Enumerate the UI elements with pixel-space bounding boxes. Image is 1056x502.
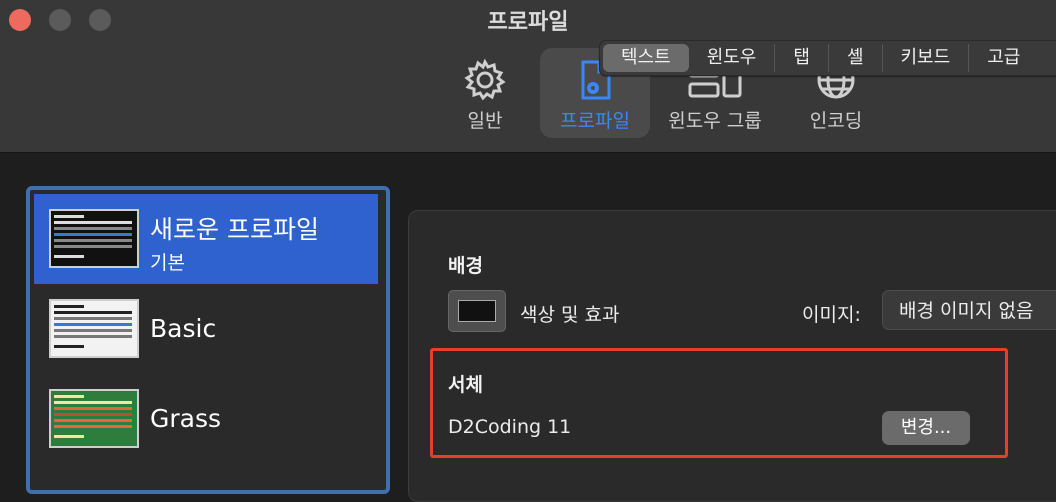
toolbar-item-general[interactable]: 일반 bbox=[446, 48, 524, 138]
profile-item-grass[interactable]: Grass bbox=[34, 374, 378, 464]
toolbar-label-profiles: 프로파일 bbox=[560, 110, 630, 132]
profile-thumbnail bbox=[49, 389, 139, 448]
tab-text[interactable]: 텍스트 bbox=[603, 44, 689, 72]
tab-tab[interactable]: 탭 bbox=[775, 44, 829, 72]
window-title: 프로파일 bbox=[487, 10, 569, 35]
profile-name: Grass bbox=[150, 404, 222, 433]
change-font-button[interactable]: 변경... bbox=[882, 411, 970, 445]
tab-shell[interactable]: 셸 bbox=[829, 44, 883, 72]
color-effect-label: 색상 및 효과 bbox=[520, 304, 620, 326]
profile-default-label: 기본 bbox=[150, 252, 185, 274]
toolbar-label-general: 일반 bbox=[467, 110, 503, 132]
font-section-title: 서체 bbox=[448, 374, 483, 396]
background-section-title: 배경 bbox=[448, 255, 483, 277]
font-value: D2Coding 11 bbox=[448, 416, 572, 438]
profile-thumbnail bbox=[49, 209, 139, 268]
toolbar-label-encoding: 인코딩 bbox=[809, 110, 863, 132]
profile-item-new[interactable]: 새로운 프로파일 기본 bbox=[34, 194, 378, 284]
tab-window[interactable]: 윈도우 bbox=[689, 44, 776, 72]
image-label: 이미지: bbox=[802, 304, 861, 326]
toolbar-label-window-groups: 윈도우 그룹 bbox=[668, 110, 762, 132]
profile-name: Basic bbox=[150, 314, 217, 343]
tab-keyboard[interactable]: 키보드 bbox=[883, 44, 970, 72]
profile-thumbnail bbox=[49, 299, 139, 358]
background-image-popup[interactable]: 배경 이미지 없음 bbox=[882, 290, 1056, 330]
profile-item-basic[interactable]: Basic bbox=[34, 284, 378, 374]
profile-name: 새로운 프로파일 bbox=[150, 215, 319, 244]
background-color-well[interactable] bbox=[448, 290, 506, 332]
color-swatch bbox=[458, 300, 496, 322]
title-bar: 프로파일 일반 프로파일 윈도우 그룹 인코딩 bbox=[0, 0, 1056, 153]
profile-list[interactable]: 새로운 프로파일 기본 Basic Grass bbox=[26, 186, 390, 494]
settings-tab-bar: 텍스트 윈도우 탭 셸 키보드 고급 bbox=[599, 40, 1056, 76]
gear-icon bbox=[464, 58, 506, 101]
tab-advanced[interactable]: 고급 bbox=[969, 44, 1038, 72]
